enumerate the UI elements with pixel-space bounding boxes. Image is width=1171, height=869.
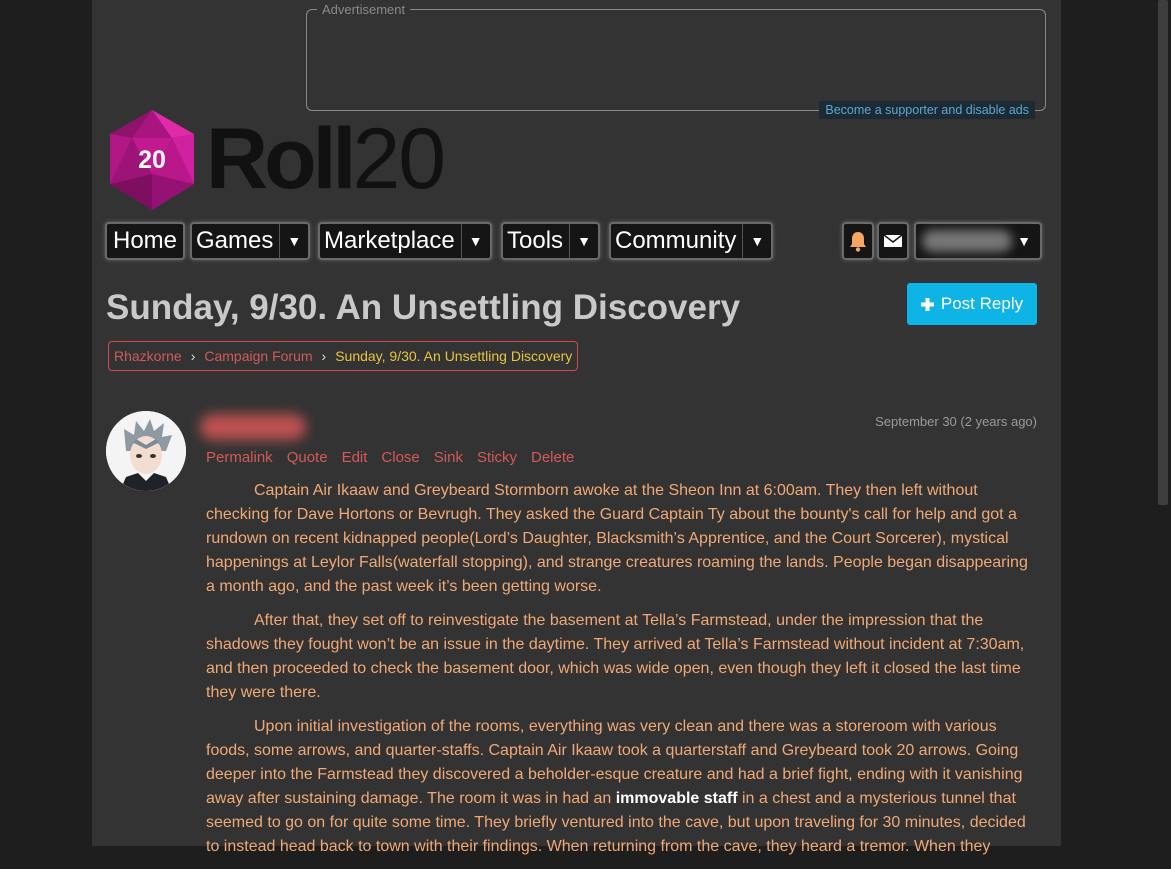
- author-name-blurred[interactable]: [200, 414, 306, 440]
- post-body: Captain Air Ikaaw and Greybeard Stormbor…: [206, 479, 1036, 869]
- breadcrumb-separator: ›: [321, 348, 327, 364]
- edit-link[interactable]: Edit: [342, 449, 368, 466]
- chevron-down-icon[interactable]: ▼: [569, 224, 598, 258]
- breadcrumb-separator: ›: [190, 348, 196, 364]
- delete-link[interactable]: Delete: [531, 449, 574, 466]
- nav-marketplace[interactable]: Marketplace ▼: [318, 222, 492, 260]
- post-paragraph: After that, they set off to reinvestigat…: [206, 612, 1025, 701]
- post-actions: Permalink Quote Edit Close Sink Sticky D…: [206, 449, 574, 466]
- messages-button[interactable]: [877, 222, 909, 260]
- chevron-down-icon[interactable]: ▼: [1012, 224, 1036, 258]
- breadcrumb: Rhazkorne › Campaign Forum › Sunday, 9/3…: [108, 341, 579, 371]
- scrollbar[interactable]: [1155, 0, 1171, 846]
- scrollbar-thumb[interactable]: [1158, 0, 1168, 505]
- plus-icon: [920, 297, 934, 311]
- username-blurred: [922, 230, 1012, 252]
- sink-link[interactable]: Sink: [434, 449, 463, 466]
- breadcrumb-forum[interactable]: Campaign Forum: [204, 348, 312, 364]
- nav-home-label: Home: [113, 227, 178, 254]
- nav-community-label: Community: [615, 227, 737, 254]
- breadcrumb-current: Sunday, 9/30. An Unsettling Discovery: [335, 348, 573, 364]
- disable-ads-link[interactable]: Become a supporter and disable ads: [819, 101, 1035, 119]
- nav-games[interactable]: Games ▼: [190, 222, 311, 260]
- close-link[interactable]: Close: [381, 449, 419, 466]
- chevron-down-icon[interactable]: ▼: [742, 224, 771, 258]
- nav-community[interactable]: Community ▼: [609, 222, 774, 260]
- post-date: September 30 (2 years ago): [875, 414, 1037, 429]
- post-paragraph: Upon initial investigation of the rooms,…: [206, 715, 1036, 859]
- breadcrumb-campaign[interactable]: Rhazkorne: [114, 348, 182, 364]
- nav-home[interactable]: Home: [105, 222, 186, 260]
- permalink-link[interactable]: Permalink: [206, 449, 273, 466]
- roll20-logo[interactable]: 20 Roll20: [106, 108, 476, 212]
- nav-marketplace-label: Marketplace: [324, 227, 455, 254]
- advertisement-box: Advertisement Become a supporter and dis…: [306, 1, 1046, 119]
- notifications-button[interactable]: [842, 222, 874, 260]
- post-reply-label: Post Reply: [940, 294, 1024, 313]
- post-reply-button[interactable]: Post Reply: [907, 283, 1037, 325]
- sticky-link[interactable]: Sticky: [477, 449, 517, 466]
- wordmark-roll: Roll: [206, 111, 356, 207]
- bell-icon: [850, 232, 866, 252]
- avatar[interactable]: [106, 411, 186, 491]
- post-paragraph: Captain Air Ikaaw and Greybeard Stormbor…: [206, 482, 1028, 595]
- nav-tools-label: Tools: [507, 227, 564, 254]
- nav-games-label: Games: [196, 227, 274, 254]
- roll20-wordmark: Roll20: [206, 111, 446, 207]
- quote-link[interactable]: Quote: [287, 449, 328, 466]
- chevron-down-icon[interactable]: ▼: [279, 224, 308, 258]
- envelope-icon: [883, 234, 903, 247]
- character-portrait-icon: [106, 411, 186, 491]
- chevron-down-icon[interactable]: ▼: [460, 224, 490, 258]
- nav-tools[interactable]: Tools ▼: [501, 222, 601, 260]
- user-menu[interactable]: ▼: [914, 222, 1042, 260]
- post-bold-text: immovable staff: [615, 790, 738, 807]
- wordmark-20: 20: [352, 111, 446, 207]
- advertisement-label: Advertisement: [317, 1, 411, 18]
- page-title: Sunday, 9/30. An Unsettling Discovery: [106, 288, 741, 327]
- die-number: 20: [138, 146, 166, 174]
